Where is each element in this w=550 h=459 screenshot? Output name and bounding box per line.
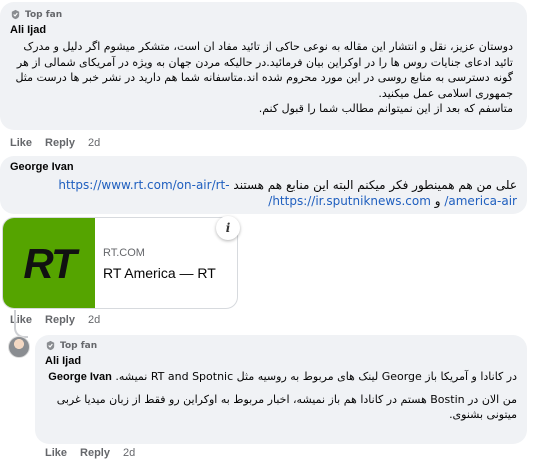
- comment-text: در کانادا و آمریکا باز George لینک های م…: [48, 370, 517, 421]
- top-fan-badge-icon: [46, 340, 55, 351]
- comment-author[interactable]: George Ivan: [10, 161, 517, 173]
- mention-tag[interactable]: George Ivan: [48, 371, 112, 383]
- rt-logo-image: RT: [3, 218, 95, 308]
- reply-button[interactable]: Reply: [80, 447, 110, 459]
- comment-timestamp[interactable]: 2d: [123, 447, 135, 459]
- comment-actions-1: Like Reply 2d: [10, 137, 100, 149]
- rt-logo-text: RT: [23, 240, 76, 287]
- link-preview-card[interactable]: RT RT.COM RT America — RT: [2, 217, 238, 309]
- comment-timestamp[interactable]: 2d: [88, 314, 100, 326]
- preview-title[interactable]: RT America — RT: [103, 265, 216, 281]
- preview-domain: RT.COM: [103, 247, 145, 259]
- like-button[interactable]: Like: [45, 447, 67, 459]
- info-icon[interactable]: i: [216, 216, 240, 240]
- comment-text: دوستان عزیز، نقل و انتشار این مقاله به ن…: [15, 40, 513, 115]
- top-fan-badge-icon: [11, 9, 20, 20]
- reply-thread-line: [14, 310, 28, 338]
- top-fan-badge: Top fan: [45, 340, 517, 351]
- reply-button[interactable]: Reply: [45, 314, 75, 326]
- comment-author[interactable]: Ali Ijad: [45, 355, 517, 367]
- comment-bubble-2: George Ivan علی من هم همینطور فکر میکنم …: [0, 156, 527, 214]
- comment-text: علی من هم همینطور فکر میکنم البته این من…: [58, 178, 517, 208]
- comment-actions-3: Like Reply 2d: [45, 447, 135, 459]
- like-button[interactable]: Like: [10, 137, 32, 149]
- user-avatar[interactable]: [8, 336, 30, 358]
- top-fan-badge: Top fan: [10, 9, 517, 20]
- comment-bubble-1: Top fan Ali Ijad دوستان عزیز، نقل و انتش…: [0, 2, 527, 130]
- link-sputnik[interactable]: https://ir.sputniknews.com/: [268, 194, 431, 208]
- comment-author[interactable]: Ali Ijad: [10, 24, 517, 36]
- reply-button[interactable]: Reply: [45, 137, 75, 149]
- comment-timestamp[interactable]: 2d: [88, 137, 100, 149]
- comment-bubble-3: Top fan Ali Ijad در کانادا و آمریکا باز …: [35, 335, 527, 444]
